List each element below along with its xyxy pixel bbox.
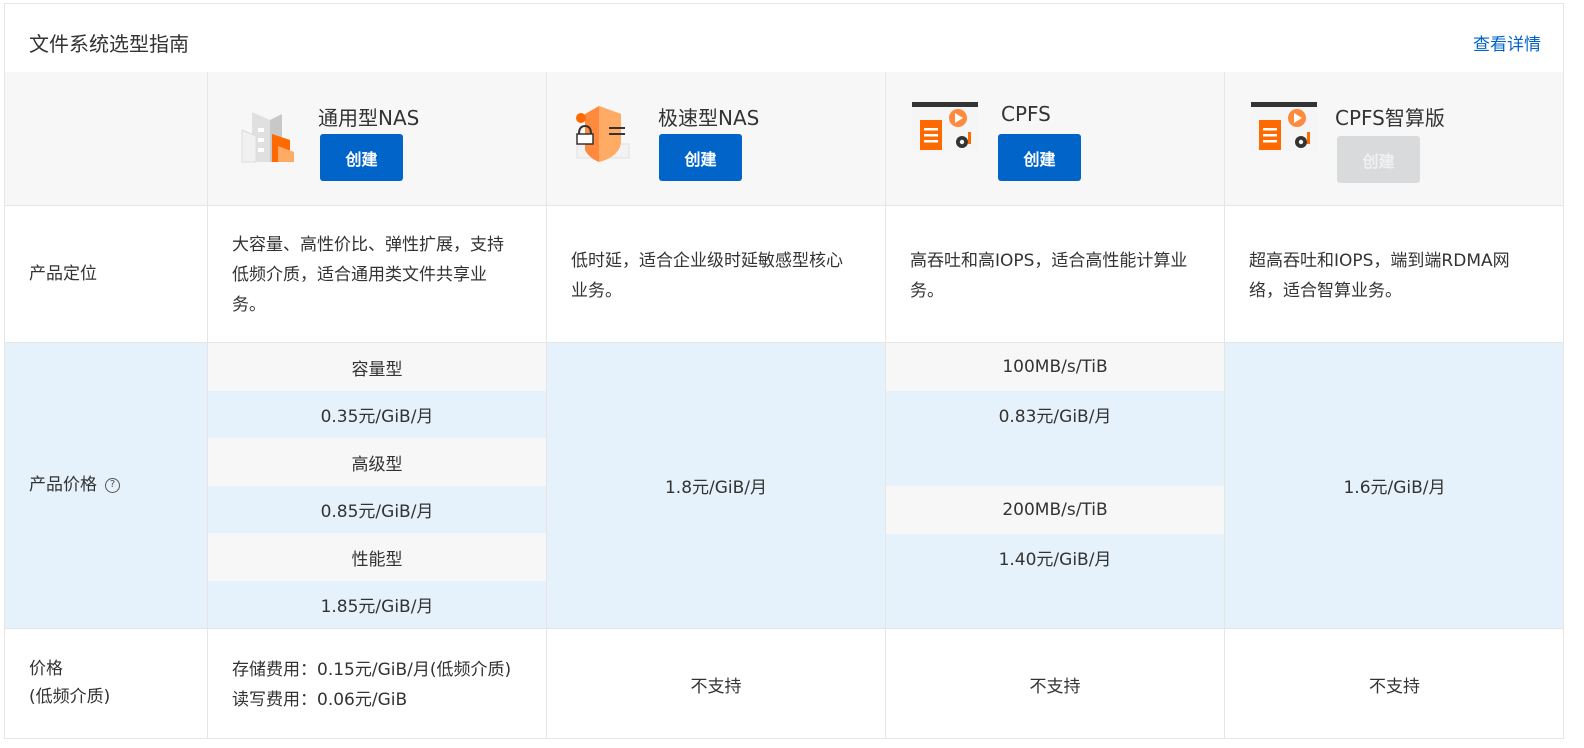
price-cpfs: 100MB/s/TiB 0.83元/GiB/月 200MB/s/TiB 1.40… [886,343,1225,629]
row-label-positioning: 产品定位 [5,206,208,343]
positioning-cpfs-ai: 超高吞吐和IOPS，端到端RDMA网 络，适合智算业务。 [1225,206,1563,343]
product-name: 极速型NAS [658,106,760,130]
positioning-general-nas: 大容量、高性价比、弹性扩展，支持 低频介质，适合通用类文件共享业 务。 [208,206,547,343]
positioning-cpfs: 高吞吐和高IOPS，适合高性能计算业 务。 [886,206,1225,343]
corner-cell [5,72,208,206]
create-cpfs-button[interactable]: 创建 [998,134,1081,181]
price-cpfs-ai: 1.6元/GiB/月 [1225,343,1563,629]
low-freq-extreme-nas: 不支持 [547,629,886,738]
building-icon [241,112,294,163]
create-cpfs-ai-button-disabled: 创建 [1337,136,1420,183]
product-header-general-nas: 通用型NAS 创建 [208,72,547,206]
row-label-low-freq: 价格 (低频介质) [5,629,208,738]
low-freq-cpfs-ai: 不支持 [1225,629,1563,738]
price-general-nas: 容量型 0.35元/GiB/月 高级型 0.85元/GiB/月 性能型 1.85… [208,343,547,629]
low-freq-general-nas: 存储费用：0.15元/GiB/月(低频介质) 读写费用：0.06元/GiB [208,629,547,738]
price-extreme-nas: 1.8元/GiB/月 [547,343,886,629]
view-details-link[interactable]: 查看详情 [1473,30,1541,55]
create-general-nas-button[interactable]: 创建 [320,134,403,181]
panel-header: 文件系统选型指南 查看详情 [5,4,1563,72]
create-extreme-nas-button[interactable]: 创建 [659,134,742,181]
product-name: 通用型NAS [318,106,420,130]
shield-lock-icon [576,106,630,162]
product-header-cpfs-ai: CPFS智算版 创建 [1225,72,1563,206]
document-gear-icon [912,102,978,151]
document-gear-icon [1251,102,1317,151]
product-name: CPFS智算版 [1335,106,1445,130]
help-icon[interactable]: ? [105,477,120,493]
row-label-price: 产品价格? [5,343,208,629]
page-title: 文件系统选型指南 [29,32,189,56]
low-freq-cpfs: 不支持 [886,629,1225,738]
positioning-extreme-nas: 低时延，适合企业级时延敏感型核心 业务。 [547,206,886,343]
product-name: CPFS [1001,102,1051,126]
product-header-extreme-nas: 极速型NAS 创建 [547,72,886,206]
selection-guide-panel: 文件系统选型指南 查看详情 通用型NAS 创建 极速型NAS 创建 CPFS 创… [4,3,1564,739]
product-header-cpfs: CPFS 创建 [886,72,1225,206]
